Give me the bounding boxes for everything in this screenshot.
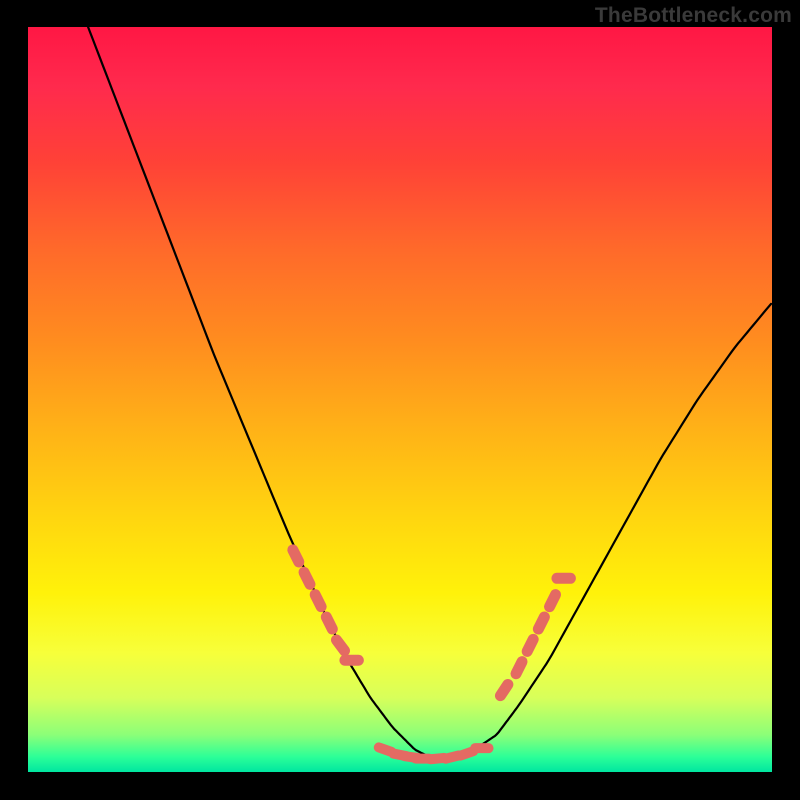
outer-frame: TheBottleneck.com xyxy=(0,0,800,800)
highlight-dot xyxy=(550,595,556,607)
highlight-dot xyxy=(315,595,321,607)
highlight-dots xyxy=(293,550,571,759)
highlight-dot xyxy=(516,662,522,674)
bottleneck-curve xyxy=(29,0,771,757)
highlight-dot xyxy=(500,684,507,695)
bottleneck-curve-svg xyxy=(28,27,772,772)
highlight-dot xyxy=(527,639,533,651)
highlight-dot xyxy=(538,617,544,629)
highlight-dot xyxy=(461,751,474,755)
highlight-dot xyxy=(326,617,332,629)
watermark-text: TheBottleneck.com xyxy=(595,4,792,28)
highlight-dot xyxy=(336,640,344,651)
highlight-dot xyxy=(304,572,310,584)
highlight-dot xyxy=(293,550,299,562)
plot-area xyxy=(28,27,772,772)
